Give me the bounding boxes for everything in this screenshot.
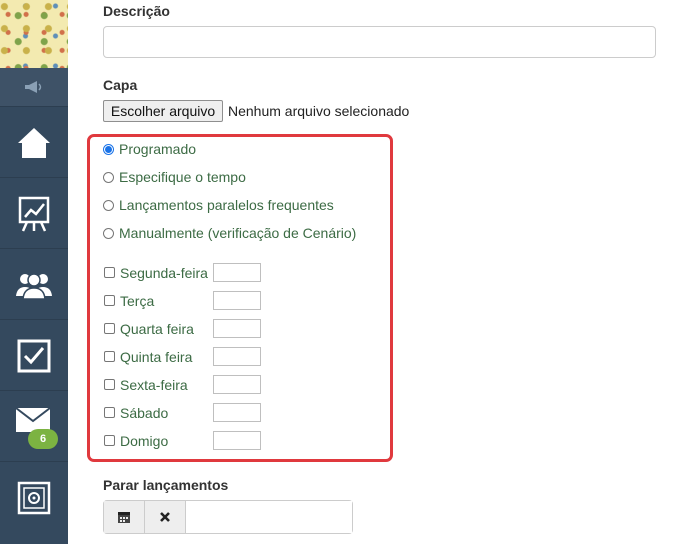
radio-option-manualmente[interactable]: Manualmente (verificação de Cenário) [103, 223, 356, 243]
sidebar-item-safe[interactable] [0, 461, 68, 533]
day-label: Sábado [120, 405, 169, 421]
day-label: Terça [120, 293, 155, 309]
radio-button[interactable] [103, 199, 114, 211]
day-time-input[interactable] [213, 431, 261, 450]
day-time-input[interactable] [213, 263, 261, 282]
day-time-input[interactable] [213, 375, 261, 394]
day-checkbox[interactable] [104, 435, 115, 446]
home-icon [18, 127, 50, 158]
radio-label: Programado [119, 141, 197, 157]
calendar-button[interactable] [104, 501, 145, 533]
day-checkbox[interactable] [104, 407, 115, 418]
clear-date-button[interactable] [145, 501, 186, 533]
day-time-input[interactable] [213, 291, 261, 310]
calendar-icon [118, 512, 130, 523]
sidebar-item-home[interactable] [0, 106, 68, 178]
day-time-input[interactable] [213, 403, 261, 422]
announcement-bar[interactable] [0, 68, 68, 106]
radio-label: Lançamentos paralelos frequentes [119, 197, 334, 213]
radio-option-paralelos[interactable]: Lançamentos paralelos frequentes [103, 195, 334, 215]
megaphone-icon [25, 81, 42, 93]
radio-button[interactable] [103, 171, 114, 183]
radio-label: Especifique o tempo [119, 169, 246, 185]
sidebar-item-users[interactable] [0, 248, 68, 320]
stop-date-group [103, 500, 353, 534]
day-checkbox[interactable] [104, 295, 115, 306]
day-checkbox[interactable] [104, 267, 115, 278]
description-input[interactable] [103, 26, 656, 58]
day-label: Sexta-feira [120, 377, 188, 393]
day-time-input[interactable] [213, 347, 261, 366]
radio-button[interactable] [103, 143, 114, 155]
day-time-input[interactable] [213, 319, 261, 338]
day-label: Quinta feira [120, 349, 193, 365]
users-icon [16, 272, 52, 300]
safe-icon [17, 481, 51, 514]
radio-option-programado[interactable]: Programado [103, 139, 196, 159]
day-checkbox[interactable] [104, 351, 115, 362]
stop-launches-label: Parar lançamentos [103, 477, 229, 493]
logo-pattern [0, 0, 68, 68]
close-icon [160, 512, 170, 522]
day-checkbox[interactable] [104, 323, 115, 334]
sidebar-item-tasks[interactable] [0, 319, 68, 391]
sidebar-item-reports[interactable] [0, 177, 68, 249]
day-checkbox[interactable] [104, 379, 115, 390]
radio-button[interactable] [103, 227, 114, 239]
day-label: Domigo [120, 433, 169, 449]
stop-date-input[interactable] [186, 501, 352, 533]
day-label: Segunda-feira [120, 265, 208, 281]
day-label: Quarta feira [120, 321, 194, 337]
presentation-chart-icon [18, 196, 50, 232]
file-status: Nenhum arquivo selecionado [228, 103, 410, 119]
sidebar: 6 [0, 0, 68, 544]
cover-label: Capa [103, 77, 138, 93]
radio-label: Manualmente (verificação de Cenário) [119, 225, 357, 241]
radio-option-especifique[interactable]: Especifique o tempo [103, 167, 246, 187]
description-label: Descrição [103, 3, 170, 19]
choose-file-button[interactable]: Escolher arquivo [103, 100, 223, 122]
unread-count-badge: 6 [28, 429, 58, 449]
sidebar-item-messages[interactable] [0, 390, 68, 462]
checkbox-icon [17, 339, 51, 372]
